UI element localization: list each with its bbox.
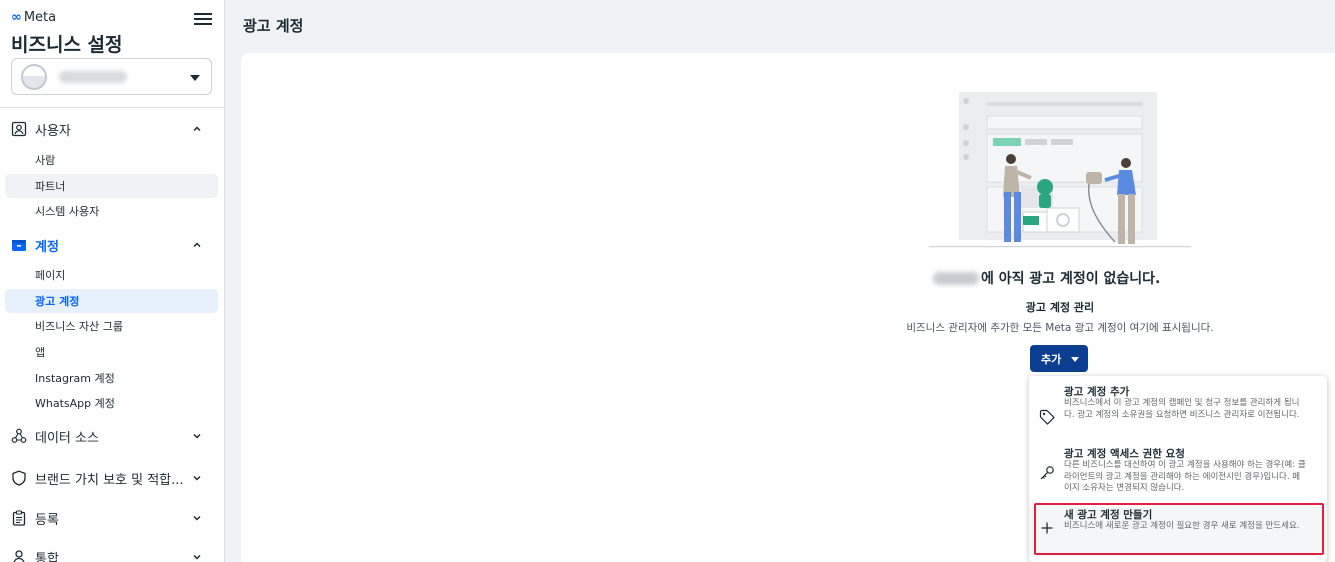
nav-item-system-users[interactable]: 시스템 사용자	[5, 199, 218, 223]
business-avatar	[21, 63, 47, 90]
person-icon	[13, 550, 25, 562]
menu-option-add-ad-account[interactable]: 광고 계정 추가 비즈니스에서 이 광고 계정의 캠페인 및 청구 정보를 관리…	[1029, 384, 1327, 442]
menu-option-title: 새 광고 계정 만들기	[1064, 509, 1153, 521]
menu-option-description: 비즈니스에 새로운 광고 계정이 필요한 경우 새로 계정을 만드세요.	[1064, 521, 1300, 531]
nav-section-label: 사용자	[35, 123, 71, 139]
users-badge-icon	[11, 121, 27, 137]
nav-item-whatsapp-accounts[interactable]: WhatsApp 계정	[5, 391, 218, 415]
nav-section-accounts[interactable]: 계정	[0, 231, 224, 259]
manage-ad-accounts-heading: 광고 계정 관리	[1025, 301, 1095, 314]
divider	[0, 107, 224, 108]
nav-section-data-sources[interactable]: 데이터 소스	[0, 422, 224, 450]
business-name-redacted	[933, 271, 979, 285]
nav-section-brand-safety[interactable]: 브랜드 가치 보호 및 적합...	[0, 464, 224, 492]
chevron-down-icon	[193, 554, 201, 560]
meta-brand-text: Meta	[23, 10, 57, 25]
menu-option-description: 비즈니스에서 이 광고 계정의 캠페인 및 청구 정보를 관리하게 됩니다. 광…	[1064, 398, 1300, 420]
business-settings-title: 비즈니스 설정	[11, 34, 123, 56]
plus-icon	[1041, 522, 1053, 534]
add-dropdown-menu: 광고 계정 추가 비즈니스에서 이 광고 계정의 캠페인 및 청구 정보를 관리…	[1029, 376, 1327, 562]
business-selector[interactable]	[11, 58, 212, 95]
chevron-down-icon	[193, 433, 201, 439]
menu-option-title: 광고 계정 추가	[1064, 386, 1130, 398]
menu-option-request-access[interactable]: 광고 계정 액세스 권한 요청 다른 비즈니스를 대신하여 이 광고 계정을 사…	[1029, 446, 1327, 502]
nav-section-integrations[interactable]: 통합	[0, 543, 224, 562]
business-name-redacted	[59, 70, 127, 83]
key-icon	[1040, 466, 1054, 480]
nav-section-users[interactable]: 사용자	[0, 115, 224, 143]
nav-item-people[interactable]: 사람	[5, 148, 218, 172]
nav-item-apps[interactable]: 앱	[5, 340, 218, 364]
chevron-up-icon	[193, 242, 201, 248]
sidebar: ∞ Meta 비즈니스 설정 사용자 사람 파트너 시스템 사용자 계정 페이지…	[0, 0, 225, 562]
nav-section-label: 등록	[35, 512, 59, 528]
clipboard-icon	[12, 510, 26, 526]
tag-icon	[1039, 409, 1055, 425]
page-title: 광고 계정	[243, 17, 304, 35]
chevron-down-icon	[190, 75, 200, 81]
menu-option-create-ad-account[interactable]: 새 광고 계정 만들기 비즈니스에 새로운 광고 계정이 필요한 경우 새로 계…	[1029, 507, 1327, 555]
data-sources-icon	[11, 428, 27, 443]
nav-item-instagram-accounts[interactable]: Instagram 계정	[5, 366, 218, 390]
chevron-down-icon	[193, 475, 201, 481]
empty-state-title-text: 에 아직 광고 계정이 없습니다.	[981, 271, 1161, 287]
nav-item-business-asset-groups[interactable]: 비즈니스 자산 그룹	[5, 314, 218, 338]
manage-ad-accounts-description: 비즈니스 관리자에 추가한 모든 Meta 광고 계정이 여기에 표시됩니다.	[906, 322, 1214, 334]
chevron-up-icon	[193, 126, 201, 132]
nav-section-label: 브랜드 가치 보호 및 적합...	[35, 472, 184, 488]
nav-item-ad-accounts[interactable]: 광고 계정	[5, 289, 218, 313]
briefcase-icon	[12, 240, 26, 251]
nav-section-label: 계정	[35, 239, 59, 255]
nav-section-registration[interactable]: 등록	[0, 504, 224, 532]
meta-infinity-icon: ∞	[11, 10, 22, 25]
nav-section-label: 데이터 소스	[35, 430, 99, 446]
menu-option-description: 다른 비즈니스를 대신하여 이 광고 계정을 사용해야 하는 경우(예: 클라이…	[1064, 460, 1306, 493]
empty-state-illustration	[929, 92, 1191, 248]
menu-option-title: 광고 계정 액세스 권한 요청	[1064, 448, 1185, 460]
chevron-down-icon	[193, 515, 201, 521]
shield-icon	[12, 470, 26, 486]
caret-down-icon	[1071, 357, 1079, 362]
add-button-label: 추가	[1041, 352, 1062, 366]
hamburger-menu-icon[interactable]	[194, 10, 212, 26]
nav-item-partners[interactable]: 파트너	[5, 174, 218, 198]
meta-logo: ∞ Meta	[11, 10, 56, 25]
nav-item-pages[interactable]: 페이지	[5, 263, 218, 287]
add-button[interactable]: 추가	[1030, 345, 1088, 372]
empty-state-title: 에 아직 광고 계정이 없습니다.	[933, 268, 1160, 288]
nav-section-label: 통합	[35, 551, 59, 562]
